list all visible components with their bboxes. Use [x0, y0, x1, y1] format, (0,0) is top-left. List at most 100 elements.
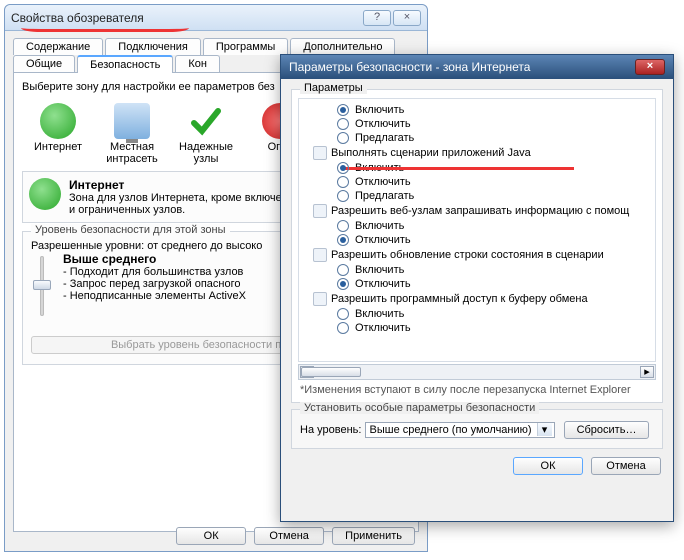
tab-content[interactable]: Содержание — [13, 38, 103, 55]
tab-general[interactable]: Общие — [13, 55, 75, 73]
node-label: Предлагать — [355, 132, 414, 144]
reset-level-combo[interactable]: Выше среднего (по умолчанию) — [365, 422, 555, 438]
radio-icon[interactable] — [337, 264, 349, 276]
apply-button[interactable]: Применить — [332, 527, 415, 545]
group-title: Установить особые параметры безопасности — [300, 402, 539, 414]
security-settings-dialog: Параметры безопасности - зона Интернета … — [280, 54, 674, 522]
tab-advanced[interactable]: Дополнительно — [290, 38, 395, 55]
node-label: Разрешить программный доступ к буферу об… — [331, 293, 588, 305]
tree-section: Разрешить программный доступ к буферу об… — [299, 291, 655, 307]
tree-section: Разрешить веб-узлам запрашивать информац… — [299, 203, 655, 219]
zone-internet[interactable]: Интернет — [26, 103, 90, 165]
node-label: Отключить — [355, 176, 411, 188]
checkmark-icon — [188, 103, 224, 139]
radio-icon[interactable] — [337, 132, 349, 144]
reset-button[interactable]: Сбросить… — [564, 421, 650, 439]
node-label: Отключить — [355, 278, 411, 290]
node-label: Включить — [355, 220, 404, 232]
tree-option[interactable]: Предлагать — [299, 131, 655, 145]
tab-connections[interactable]: Подключения — [105, 38, 201, 55]
level-description: Выше среднего - Подходит для большинства… — [63, 252, 246, 302]
node-label: Выполнять сценарии приложений Java — [331, 147, 531, 159]
tree-section: Выполнять сценарии приложений Java — [299, 145, 655, 161]
section-icon — [313, 146, 327, 160]
tree-option[interactable]: Включить — [299, 103, 655, 117]
radio-icon[interactable] — [337, 234, 349, 246]
node-label: Включить — [355, 264, 404, 276]
section-icon — [313, 248, 327, 262]
tree-option[interactable]: Включить — [299, 307, 655, 321]
highlight-annotation — [344, 166, 574, 170]
radio-icon[interactable] — [337, 118, 349, 130]
zone-label: Надежные узлы — [174, 141, 238, 165]
ok-button[interactable]: ОК — [513, 457, 583, 475]
globe-icon — [40, 103, 76, 139]
radio-icon[interactable] — [337, 176, 349, 188]
node-label: Разрешить обновление строки состояния в … — [331, 249, 604, 261]
radio-icon[interactable] — [337, 220, 349, 232]
level-point: - Подходит для большинства узлов — [63, 266, 243, 278]
globe-icon — [29, 178, 61, 210]
level-name: Выше среднего — [63, 252, 156, 266]
close-button[interactable]: × — [635, 59, 665, 75]
radio-icon[interactable] — [337, 190, 349, 202]
zone-intranet[interactable]: Местная интрасеть — [100, 103, 164, 165]
tab-programs[interactable]: Программы — [203, 38, 288, 55]
horizontal-scrollbar[interactable]: ◂ ▸ — [298, 364, 656, 380]
tab-privacy-cut[interactable]: Кон — [175, 55, 220, 73]
help-button[interactable]: ? — [363, 10, 391, 26]
node-label: Отключить — [355, 118, 411, 130]
tree-option[interactable]: Отключить — [299, 233, 655, 247]
dialog-footer: ОК Отмена Применить — [5, 527, 427, 545]
tree-option[interactable]: Включить — [299, 263, 655, 277]
cancel-button[interactable]: Отмена — [591, 457, 661, 475]
security-level-slider[interactable] — [31, 252, 53, 302]
ok-button[interactable]: ОК — [176, 527, 246, 545]
settings-tree[interactable]: Включить Отключить Предлагать Выполнять сце… — [298, 98, 656, 362]
scroll-right-arrow[interactable]: ▸ — [640, 366, 654, 378]
tree-option[interactable]: Отключить — [299, 321, 655, 335]
group-title: Уровень безопасности для этой зоны — [31, 224, 230, 236]
tree-option[interactable]: Предлагать — [299, 189, 655, 203]
section-icon — [313, 204, 327, 218]
slider-thumb[interactable] — [33, 280, 51, 290]
tree-option[interactable]: Отключить — [299, 277, 655, 291]
node-label: Отключить — [355, 322, 411, 334]
radio-icon[interactable] — [337, 322, 349, 334]
monitor-icon — [114, 103, 150, 139]
reset-group: Установить особые параметры безопасности… — [291, 409, 663, 449]
radio-icon[interactable] — [337, 162, 349, 174]
node-label: Отключить — [355, 234, 411, 246]
titlebar[interactable]: Параметры безопасности - зона Интернета … — [281, 55, 673, 79]
zone-label: Местная интрасеть — [100, 141, 164, 165]
node-label: Включить — [355, 104, 404, 116]
tree-option[interactable]: Включить — [299, 219, 655, 233]
reset-label: На уровень: — [300, 424, 361, 436]
highlight-annotation — [21, 28, 189, 32]
scrollbar-thumb[interactable] — [301, 367, 361, 377]
radio-icon[interactable] — [337, 278, 349, 290]
cancel-button[interactable]: Отмена — [254, 527, 324, 545]
section-icon — [313, 292, 327, 306]
node-label: Включить — [355, 308, 404, 320]
node-label: Предлагать — [355, 190, 414, 202]
level-point: - Неподписанные элементы ActiveX — [63, 290, 246, 302]
group-title: Параметры — [300, 82, 367, 94]
level-point: - Запрос перед загрузкой опасного — [63, 278, 241, 290]
radio-icon[interactable] — [337, 308, 349, 320]
zone-label: Интернет — [26, 141, 90, 153]
zone-name: Интернет — [69, 178, 124, 192]
radio-icon[interactable] — [337, 104, 349, 116]
tree-option[interactable]: Отключить — [299, 117, 655, 131]
close-button[interactable]: × — [393, 10, 421, 26]
dialog-footer: ОК Отмена — [281, 457, 673, 485]
zone-trusted[interactable]: Надежные узлы — [174, 103, 238, 165]
tree-section: Разрешить обновление строки состояния в … — [299, 247, 655, 263]
settings-group: Параметры ВключитьОтключитьПредлагатьВып… — [291, 89, 663, 403]
tab-security[interactable]: Безопасность — [77, 55, 173, 73]
dialog-title: Параметры безопасности - зона Интернета — [289, 60, 635, 74]
tree-option[interactable]: Отключить — [299, 175, 655, 189]
restart-note: *Изменения вступают в силу после перезап… — [300, 384, 654, 396]
dialog-title: Свойства обозревателя — [11, 11, 363, 25]
node-label: Разрешить веб-узлам запрашивать информац… — [331, 205, 629, 217]
